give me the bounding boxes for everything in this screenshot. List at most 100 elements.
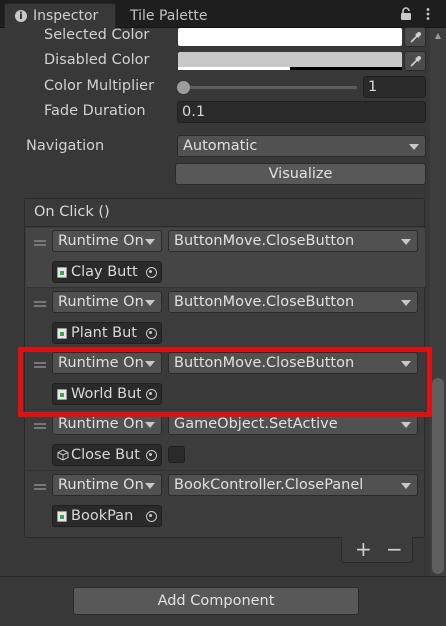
fade-duration-input[interactable]: 0.1 <box>177 101 426 123</box>
list-add-remove-footer: + − <box>341 537 413 563</box>
tab-inspector-label: Inspector <box>33 8 99 24</box>
target-icon <box>145 327 157 339</box>
on-click-event-list: On Click () Runtime On ButtonMove.CloseB… <box>24 198 425 538</box>
runtime-dropdown-value: Runtime On <box>58 294 144 310</box>
object-field-value: World But <box>71 386 142 402</box>
drag-handle-icon[interactable] <box>34 484 46 490</box>
object-field[interactable]: BookPan <box>52 505 162 527</box>
scrollbar-thumb[interactable] <box>432 378 444 574</box>
eyedropper-button[interactable] <box>404 27 426 47</box>
chevron-down-icon <box>145 422 155 428</box>
list-item: Runtime On GameObject.SetActive Close Bu… <box>26 411 425 471</box>
tab-inspector[interactable]: i Inspector <box>4 3 116 28</box>
function-dropdown-value: ButtonMove.CloseButton <box>174 233 355 249</box>
navigation-dropdown[interactable]: Automatic <box>177 135 426 157</box>
tab-bar: i Inspector Tile Palette <box>0 0 446 28</box>
list-item: Runtime On ButtonMove.CloseButton Plant … <box>26 289 425 349</box>
chevron-down-icon <box>145 483 155 489</box>
visualize-button[interactable]: Visualize <box>175 163 426 185</box>
alpha-bar-white <box>178 67 290 70</box>
function-dropdown-value: BookController.ClosePanel <box>174 477 364 493</box>
function-dropdown[interactable]: ButtonMove.CloseButton <box>168 352 418 374</box>
runtime-dropdown-value: Runtime On <box>58 233 144 249</box>
eyedropper-icon <box>409 31 421 43</box>
object-picker-button[interactable] <box>141 506 161 526</box>
disabled-color-field[interactable] <box>178 52 402 70</box>
list-item: Runtime On ButtonMove.CloseButton Clay B… <box>26 228 425 288</box>
target-icon <box>145 510 157 522</box>
chevron-down-icon <box>401 239 411 245</box>
object-picker-button[interactable] <box>141 445 161 465</box>
color-multiplier-input[interactable]: 1 <box>363 76 426 98</box>
info-icon: i <box>15 10 27 22</box>
add-listener-button[interactable]: + <box>355 537 372 561</box>
runtime-dropdown-value: Runtime On <box>58 355 144 371</box>
runtime-dropdown[interactable]: Runtime On <box>52 352 162 374</box>
divider <box>0 576 446 577</box>
runtime-dropdown[interactable]: Runtime On <box>52 413 162 435</box>
object-field[interactable]: World But <box>52 383 162 405</box>
disabled-color-label: Disabled Color <box>44 52 150 68</box>
color-multiplier-slider-knob[interactable] <box>177 81 190 94</box>
function-dropdown-value: ButtonMove.CloseButton <box>174 294 355 310</box>
object-field-value: Clay Butt <box>71 264 138 280</box>
drag-handle-icon[interactable] <box>34 301 46 307</box>
more-options-icon[interactable] <box>421 7 435 21</box>
chevron-down-icon <box>145 361 155 367</box>
function-dropdown[interactable]: BookController.ClosePanel <box>168 474 418 496</box>
runtime-dropdown[interactable]: Runtime On <box>52 474 162 496</box>
color-multiplier-label: Color Multiplier <box>44 78 155 94</box>
lock-icon[interactable] <box>400 7 412 20</box>
target-icon <box>145 388 157 400</box>
navigation-label: Navigation <box>26 138 105 154</box>
script-icon <box>57 267 67 278</box>
target-icon <box>145 266 157 278</box>
chevron-down-icon <box>401 483 411 489</box>
selected-color-label: Selected Color <box>44 27 150 43</box>
chevron-down-icon <box>409 144 419 150</box>
object-field-value: Plant But <box>71 325 137 341</box>
script-icon <box>57 328 67 339</box>
function-dropdown[interactable]: ButtonMove.CloseButton <box>168 291 418 313</box>
selected-color-field[interactable] <box>178 28 402 46</box>
function-dropdown[interactable]: ButtonMove.CloseButton <box>168 230 418 252</box>
fade-duration-label: Fade Duration <box>44 103 146 119</box>
drag-handle-icon[interactable] <box>34 362 46 368</box>
chevron-down-icon <box>401 422 411 428</box>
list-item: Runtime On ButtonMove.CloseButton World … <box>26 350 425 410</box>
function-dropdown[interactable]: GameObject.SetActive <box>168 413 418 435</box>
runtime-dropdown[interactable]: Runtime On <box>52 230 162 252</box>
on-click-header: On Click () <box>25 199 424 227</box>
drag-handle-icon[interactable] <box>34 240 46 246</box>
drag-handle-icon[interactable] <box>34 423 46 429</box>
object-field-value: BookPan <box>71 508 134 524</box>
function-dropdown-value: GameObject.SetActive <box>174 416 338 432</box>
chevron-down-icon <box>401 361 411 367</box>
eyedropper-icon <box>409 55 421 67</box>
remove-listener-button[interactable]: − <box>386 537 403 561</box>
object-picker-button[interactable] <box>141 262 161 282</box>
object-picker-button[interactable] <box>141 323 161 343</box>
tab-tile-palette[interactable]: Tile Palette <box>120 3 217 28</box>
add-component-button[interactable]: Add Component <box>73 587 359 615</box>
object-field[interactable]: Plant But <box>52 322 162 344</box>
object-field[interactable]: Close But <box>52 444 162 466</box>
scroll-up-arrow-icon[interactable]: ▲ <box>432 31 444 41</box>
function-dropdown-value: ButtonMove.CloseButton <box>174 355 355 371</box>
cube-icon <box>57 449 69 461</box>
eyedropper-button-2[interactable] <box>404 51 426 71</box>
runtime-dropdown-value: Runtime On <box>58 477 144 493</box>
object-picker-button[interactable] <box>141 384 161 404</box>
navigation-dropdown-value: Automatic <box>183 138 258 154</box>
script-icon <box>57 389 67 400</box>
runtime-dropdown[interactable]: Runtime On <box>52 291 162 313</box>
bool-argument-checkbox[interactable] <box>168 446 185 463</box>
chevron-down-icon <box>401 300 411 306</box>
runtime-dropdown-value: Runtime On <box>58 416 144 432</box>
alpha-bar-black <box>290 67 402 70</box>
color-multiplier-slider[interactable] <box>183 86 357 89</box>
chevron-down-icon <box>145 239 155 245</box>
object-field[interactable]: Clay Butt <box>52 261 162 283</box>
script-icon <box>57 511 67 522</box>
object-field-value: Close But <box>71 447 140 463</box>
